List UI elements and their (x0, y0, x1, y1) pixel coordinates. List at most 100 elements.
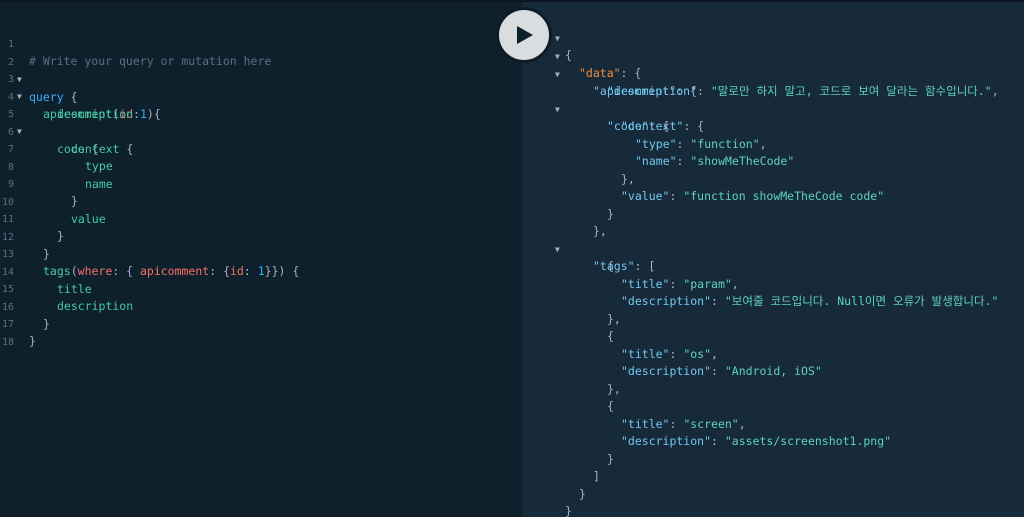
brace: }, (607, 311, 621, 326)
query-comment: # Write your query or mutation here (29, 54, 272, 68)
play-icon (517, 26, 533, 44)
brace: }, (593, 223, 607, 238)
key-description: "description" (621, 293, 712, 308)
close-braces: }}) { (264, 264, 300, 278)
editor-line: 14 title (0, 246, 92, 297)
tag-description: "Android, iOS" (724, 363, 822, 378)
colon-brace: : { (683, 118, 705, 133)
query-keyword: query (29, 89, 64, 104)
key-title: "title" (621, 346, 670, 361)
colon: : (711, 363, 725, 378)
result-line: } (522, 433, 614, 466)
result-line: "title": "param", (522, 258, 739, 291)
result-line: }, (522, 293, 621, 326)
brace: } (57, 229, 64, 243)
editor-line: 10 value (0, 176, 106, 227)
result-line: "description": "말로만 하지 말고, 코드로 보여 달라는 함수… (522, 65, 999, 98)
brace: { (565, 48, 572, 62)
colon: : (243, 264, 258, 278)
arg-where: where (77, 264, 113, 278)
result-viewer[interactable]: ▼ { ▼ "data": { ▼ "apicomment": { "descr… (522, 2, 1024, 517)
editor-line: 6 context { (0, 106, 133, 157)
key-value: "value" (621, 188, 670, 203)
result-line: { (522, 240, 614, 273)
brace: } (579, 486, 586, 501)
editor-line: 8 name (0, 141, 113, 192)
colon-brace: : { (112, 264, 140, 278)
colon: : (669, 276, 684, 291)
result-line: { (522, 310, 614, 343)
value-name: "showMeTheCode" (690, 153, 795, 168)
result-line: ] (522, 450, 600, 483)
arg-apicomment: apicomment (139, 264, 210, 278)
colon: : (676, 136, 691, 151)
editor-line: 16 } (0, 281, 50, 332)
result-line: }, (522, 153, 635, 186)
brace: } (607, 206, 614, 221)
colon: : (133, 106, 140, 121)
field-description: description (57, 299, 134, 313)
result-line: "context": { (522, 100, 704, 133)
key-description: "description" (607, 83, 698, 98)
key-data: "data" (579, 66, 621, 80)
result-line: "type": "function", (522, 118, 767, 151)
editor-line: 9 } (0, 158, 78, 209)
colon-brace: : { (620, 66, 642, 80)
brace: }, (621, 171, 635, 186)
colon-brace: : { (209, 264, 230, 278)
colon: : (669, 346, 684, 361)
field-value: value (71, 212, 106, 226)
arg-id: id (230, 264, 244, 278)
key-context: "context" (621, 118, 684, 133)
brace: } (607, 451, 614, 466)
editor-line: 12 } (0, 211, 50, 262)
editor-line: 2 ▼ query { (0, 36, 78, 104)
fold-arrow-icon[interactable]: ▼ (555, 30, 560, 48)
arg-id-value: 1 (257, 264, 265, 278)
result-line: { (522, 380, 614, 413)
tag-title: "param" (683, 276, 732, 291)
comma: , (991, 83, 999, 98)
colon: : (669, 416, 684, 431)
fold-arrow-icon[interactable]: ▼ (555, 48, 560, 66)
field-description: description (57, 107, 134, 121)
result-line: "name": "showMeTheCode" (522, 135, 794, 168)
editor-line: 4 description (0, 71, 133, 122)
editor-line: 3 ▼ apicomment(id:1){ (0, 53, 161, 121)
brace: { (119, 142, 134, 156)
editor-line: 17 } (0, 298, 36, 349)
paren: ( (70, 264, 78, 278)
editor-line: 7 type (0, 123, 113, 174)
fold-arrow-icon[interactable]: ▼ (555, 66, 560, 84)
brace: } (71, 194, 78, 208)
key-description: "description" (621, 433, 712, 448)
tag-title: "screen" (683, 416, 739, 431)
fold-arrow-icon[interactable]: ▼ (555, 241, 560, 259)
line-number: 18 (1, 336, 14, 348)
paren-brace: ){ (146, 106, 161, 121)
key-name: "name" (635, 153, 677, 168)
query-editor[interactable]: 1 # Write your query or mutation here 2 … (0, 2, 522, 517)
field-tags: tags (43, 264, 71, 278)
field-type: type (85, 159, 113, 173)
result-line: ▼ "code": { (522, 83, 669, 134)
field-title: title (57, 282, 92, 296)
brace: { (607, 328, 614, 343)
brace: { (63, 89, 78, 104)
brace: { (607, 258, 614, 273)
tag-description: "assets/screenshot1.png" (724, 433, 892, 448)
editor-line: 5 ▼ code { (0, 88, 99, 156)
value-description: "말로만 하지 말고, 코드로 보여 달라는 함수입니다." (710, 83, 992, 98)
key-type: "type" (635, 136, 677, 151)
key-description: "description" (621, 363, 712, 378)
fold-arrow-icon[interactable]: ▼ (555, 101, 560, 119)
key-title: "title" (621, 416, 670, 431)
editor-line: 13 tags(where: { apicomment: {id: 1}}) { (0, 228, 299, 279)
result-line: "description": "assets/screenshot1.png" (522, 415, 891, 448)
brace: } (43, 247, 50, 261)
tag-title: "os" (683, 346, 712, 361)
value-value: "function showMeTheCode code" (683, 188, 885, 203)
field-name: name (85, 177, 113, 191)
execute-query-button[interactable] (499, 10, 549, 60)
comma: , (759, 136, 767, 151)
